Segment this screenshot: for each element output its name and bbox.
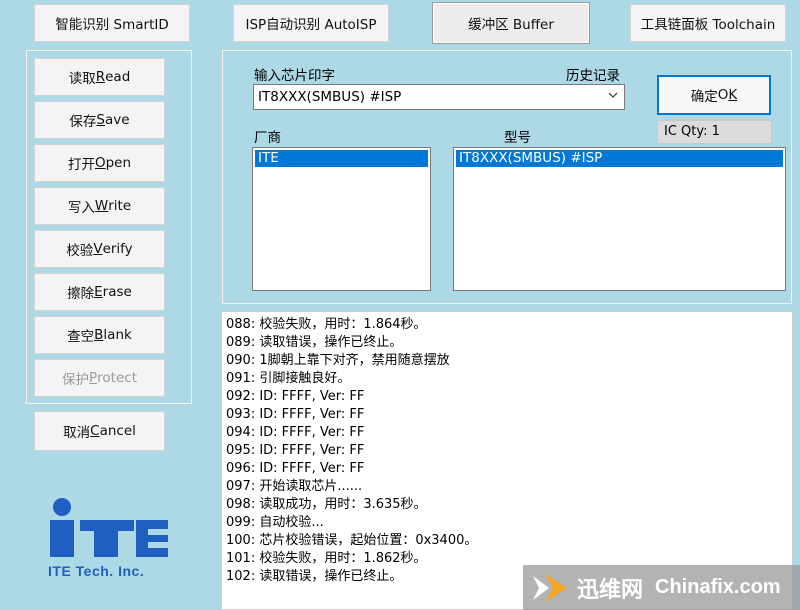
watermark-en: Chinafix.com bbox=[655, 576, 781, 598]
log-line: 089: 读取错误，操作已终止。 bbox=[226, 335, 403, 350]
open-button[interactable]: 打开 Open bbox=[34, 144, 165, 182]
log-line: 094: ID: FFFF, Ver: FF bbox=[226, 425, 365, 440]
chip-input-label: 输入芯片印字 bbox=[254, 68, 335, 84]
protect-button[interactable]: 保护 Protect bbox=[34, 359, 165, 397]
log-lines: 088: 校验失败，用时：1.864秒。 089: 读取错误，操作已终止。 090:… bbox=[222, 316, 792, 586]
watermark: 迅维网 Chinafix.com bbox=[523, 565, 800, 610]
log-line: 095: ID: FFFF, Ver: FF bbox=[226, 443, 365, 458]
autoisp-button[interactable]: ISP自动识别 AutoISP bbox=[233, 4, 389, 42]
chip-input-value: IT8XXX(SMBUS) #ISP bbox=[258, 89, 402, 105]
blank-button[interactable]: 查空 Blank bbox=[34, 316, 165, 354]
log-line: 096: ID: FFFF, Ver: FF bbox=[226, 461, 365, 476]
write-button[interactable]: 写入 Write bbox=[34, 187, 165, 225]
log-line: 092: ID: FFFF, Ver: FF bbox=[226, 389, 365, 404]
history-label: 历史记录 bbox=[566, 68, 620, 84]
vendor-item-selected[interactable]: ITE bbox=[255, 150, 428, 167]
logo-tagline: ITE Tech. Inc. bbox=[48, 563, 145, 579]
chinafix-logo-icon bbox=[533, 573, 567, 602]
verify-button[interactable]: 校验 Verify bbox=[34, 230, 165, 268]
chip-input-combo[interactable]: IT8XXX(SMBUS) #ISP bbox=[253, 84, 625, 110]
model-label: 型号 bbox=[504, 130, 531, 146]
chevron-down-icon bbox=[608, 92, 618, 98]
ok-button[interactable]: 确定 OK bbox=[657, 75, 771, 115]
vendor-label: 厂商 bbox=[254, 130, 281, 146]
ic-qty-display: IC Qty: 1 bbox=[657, 120, 772, 144]
log-line: 093: ID: FFFF, Ver: FF bbox=[226, 407, 365, 422]
cancel-button[interactable]: 取消 Cancel bbox=[34, 411, 165, 451]
log-line: 100: 芯片校验错误，起始位置：0x3400。 bbox=[226, 533, 478, 548]
log-line: 088: 校验失败，用时：1.864秒。 bbox=[226, 317, 427, 332]
vendor-list[interactable]: ITE bbox=[252, 147, 431, 291]
log-line: 099: 自动校验... bbox=[226, 515, 324, 530]
log-line: 091: 引脚接触良好。 bbox=[226, 371, 351, 386]
erase-button[interactable]: 擦除 Erase bbox=[34, 273, 165, 311]
log-line: 090: 1脚朝上靠下对齐，禁用随意摆放 bbox=[226, 353, 450, 368]
watermark-cn: 迅维网 bbox=[577, 577, 644, 603]
smartid-button[interactable]: 智能识别 SmartID bbox=[34, 4, 190, 42]
log-line: 098: 读取成功，用时：3.635秒。 bbox=[226, 497, 427, 512]
buffer-button[interactable]: 缓冲区 Buffer bbox=[432, 2, 590, 44]
save-button[interactable]: 保存 Save bbox=[34, 101, 165, 139]
toolchain-button[interactable]: 工具链面板 Toolchain bbox=[630, 4, 786, 42]
read-button[interactable]: 读取 Read bbox=[34, 58, 165, 96]
model-item-selected[interactable]: IT8XXX(SMBUS) #ISP bbox=[456, 150, 783, 167]
model-list[interactable]: IT8XXX(SMBUS) #ISP bbox=[453, 147, 786, 291]
log-line: 097: 开始读取芯片...... bbox=[226, 479, 363, 494]
